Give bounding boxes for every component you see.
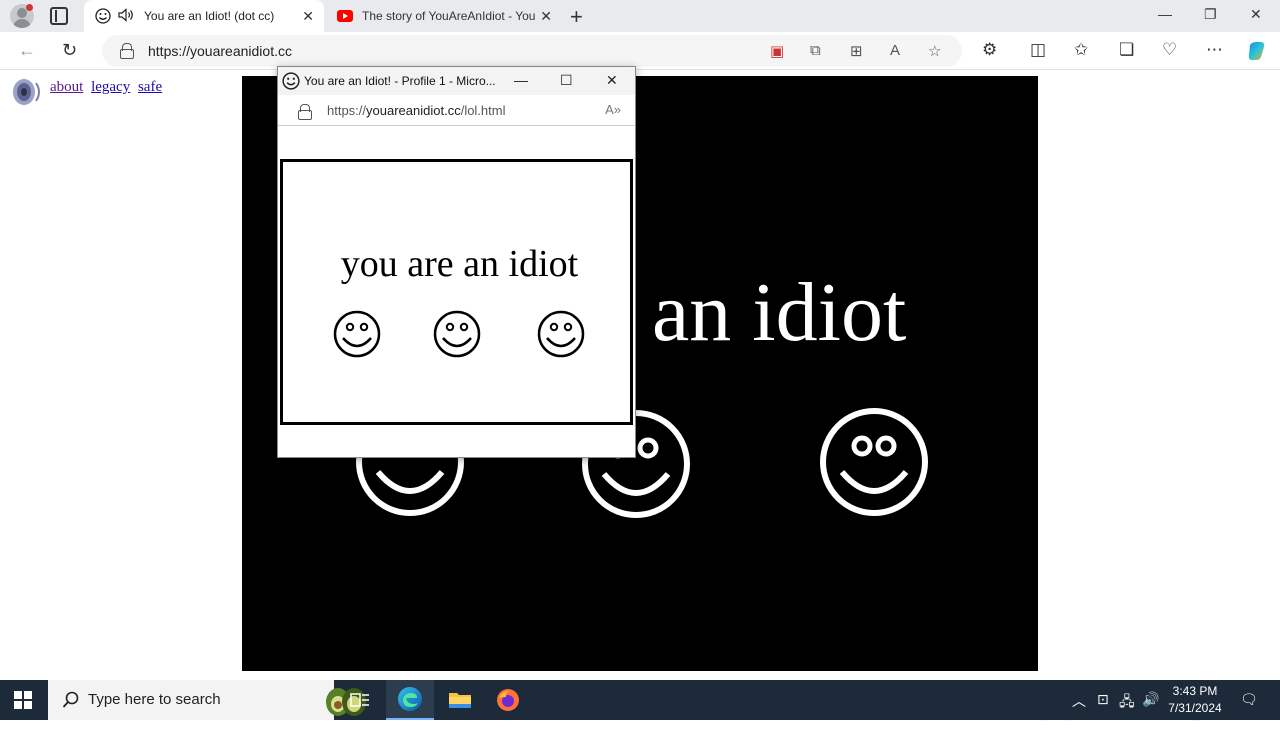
popup-content: you are an idiot	[280, 159, 633, 425]
search-icon	[62, 691, 80, 714]
search-placeholder: Type here to search	[88, 691, 221, 708]
back-icon[interactable]: ←	[18, 40, 36, 61]
lock-icon[interactable]	[120, 43, 134, 59]
volume-icon[interactable]: 🔊	[1142, 691, 1159, 708]
collections-icon[interactable]: ❏	[1119, 40, 1134, 60]
popup-window: You are an Idiot! - Profile 1 - Micro...…	[277, 66, 636, 458]
popup-url[interactable]: https://youareanidiot.cc/lol.html	[327, 103, 506, 118]
minimize-icon[interactable]: —	[1158, 6, 1172, 22]
network-icon[interactable]: 🖧	[1119, 691, 1135, 715]
favorites-icon[interactable]: ✩	[1074, 40, 1088, 60]
popup-title: You are an Idiot! - Profile 1 - Micro...	[304, 74, 496, 88]
tab-actions-button[interactable]	[50, 7, 68, 25]
smiley-icon	[94, 7, 112, 25]
smiley-icon	[282, 72, 300, 90]
read-aloud-icon[interactable]: A	[890, 42, 900, 59]
popup-address-bar[interactable]: https://youareanidiot.cc/lol.html A»	[278, 96, 635, 126]
browser-toolbar: ← ↻ https://youareanidiot.cc ▣ ⧉ ⊞ A ☆ ⚙…	[0, 32, 1280, 70]
taskbar-clock[interactable]: 3:43 PM 7/31/2024	[1160, 683, 1230, 717]
firefox-icon[interactable]	[484, 680, 532, 720]
avatar-head	[17, 8, 27, 18]
black-smiley-icon	[537, 310, 585, 363]
split-screen-icon[interactable]: ◫	[1030, 40, 1046, 60]
popup-message: you are an idiot	[340, 243, 579, 285]
close-window-icon[interactable]: ✕	[1250, 6, 1262, 23]
tab-youtube-story[interactable]: The story of YouAreAnIdiot - You ✕	[326, 0, 562, 32]
popup-close-icon[interactable]: ✕	[606, 72, 618, 89]
avatar-body	[13, 19, 31, 28]
tab-title: You are an Idiot! (dot cc)	[144, 9, 275, 23]
address-url[interactable]: https://youareanidiot.cc	[148, 43, 292, 59]
taskbar-search-box[interactable]: Type here to search	[48, 680, 366, 720]
edge-taskbar-icon[interactable]	[386, 680, 434, 720]
notification-dot	[26, 4, 33, 11]
banner-text: an idiot	[652, 266, 907, 359]
task-view-icon[interactable]	[336, 680, 384, 720]
url-path: /lol.html	[460, 103, 506, 118]
browser-essentials-icon[interactable]: ♡	[1162, 40, 1177, 60]
read-aloud-icon[interactable]: A»	[605, 102, 621, 117]
youtube-icon	[336, 7, 354, 25]
windows-taskbar: Type here to search ︿ ⊡ 🖧 🔊 3:43 PM 7/31…	[0, 680, 1280, 720]
lock-icon[interactable]	[298, 104, 312, 120]
url-prefix: https://	[327, 103, 367, 118]
more-menu-icon[interactable]: ⋯	[1206, 40, 1223, 60]
file-explorer-icon[interactable]	[436, 680, 484, 720]
clock-date: 7/31/2024	[1168, 701, 1222, 715]
close-tab-icon[interactable]: ✕	[302, 8, 314, 25]
legacy-link[interactable]: legacy	[91, 79, 130, 95]
close-tab-icon[interactable]: ✕	[540, 8, 552, 25]
popup-minimize-icon[interactable]: —	[514, 72, 528, 88]
meet-now-icon[interactable]: ⊡	[1097, 691, 1109, 708]
speaker-icon[interactable]	[10, 75, 44, 109]
notifications-icon[interactable]: 🗨	[1240, 691, 1258, 708]
tab-strip: You are an Idiot! (dot cc) ✕ The story o…	[0, 0, 1280, 32]
page-content: about legacy safe an idiot ANY RUN	[0, 71, 1280, 730]
safe-link[interactable]: safe	[138, 79, 162, 95]
tab-title: The story of YouAreAnIdiot - You	[362, 9, 536, 23]
apps-icon[interactable]: ⊞	[850, 42, 863, 60]
refresh-icon[interactable]: ↻	[62, 40, 77, 61]
popup-titlebar[interactable]: You are an Idiot! - Profile 1 - Micro...…	[278, 67, 635, 95]
popup-maximize-icon[interactable]: ☐	[560, 72, 573, 89]
black-smiley-icon	[333, 310, 381, 363]
address-bar[interactable]: https://youareanidiot.cc ▣ ⧉ ⊞ A ☆	[102, 35, 962, 67]
extensions-icon[interactable]: ⚙	[982, 40, 997, 60]
immersive-reader-icon[interactable]: ⧉	[810, 42, 821, 59]
black-smiley-icon	[433, 310, 481, 363]
clock-time: 3:43 PM	[1172, 684, 1218, 698]
url-domain: youareanidiot.cc	[366, 103, 461, 118]
windows-start-icon[interactable]	[14, 691, 32, 709]
top-links: about legacy safe	[50, 79, 166, 96]
copilot-icon[interactable]	[1246, 40, 1268, 67]
tray-chevron-icon[interactable]: ︿	[1072, 691, 1086, 711]
new-tab-button[interactable]: +	[570, 4, 583, 30]
about-link[interactable]: about	[50, 79, 83, 95]
tab-youareanidiot[interactable]: You are an Idiot! (dot cc) ✕	[84, 0, 324, 32]
favorite-star-icon[interactable]: ☆	[928, 42, 941, 60]
tracking-blocked-icon[interactable]: ▣	[770, 42, 784, 60]
restore-icon[interactable]: ❐	[1204, 6, 1217, 23]
white-smiley-icon	[818, 406, 930, 523]
audio-playing-icon[interactable]	[118, 7, 136, 25]
